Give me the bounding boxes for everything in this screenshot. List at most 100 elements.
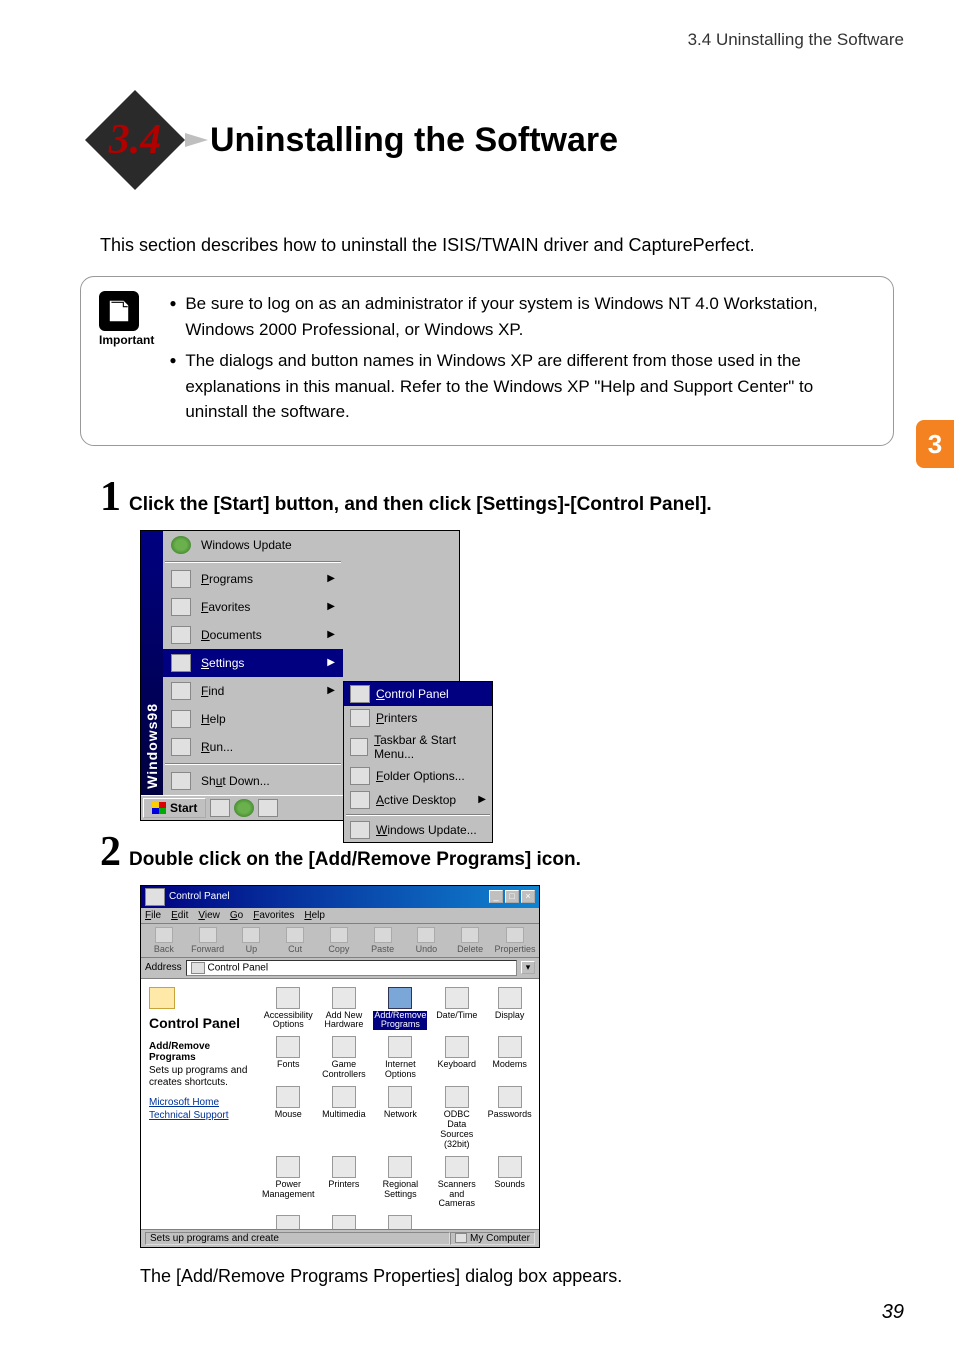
start-menu-item[interactable]: Settings▶ [163, 649, 343, 677]
cp-item[interactable]: Power Management [260, 1154, 317, 1212]
cp-item[interactable]: Display [484, 985, 535, 1033]
applet-label: Scanners and Cameras [433, 1180, 480, 1210]
toolbar-delete-button[interactable]: Delete [451, 927, 489, 954]
menu-item-label: Windows Update [201, 538, 292, 552]
applet-icon [276, 987, 300, 1009]
cp-item[interactable]: Sounds [484, 1154, 535, 1212]
cut-icon [286, 927, 304, 943]
start-menu-item[interactable]: Shut Down... [163, 767, 343, 795]
cp-item[interactable]: Printers [319, 1154, 370, 1212]
cp-item[interactable]: Keyboard [431, 1034, 482, 1082]
ms-home-link[interactable]: Microsoft Home [149, 1097, 248, 1108]
applet-label: Printers [321, 1180, 368, 1190]
toolbar-cut-button[interactable]: Cut [276, 927, 314, 954]
menu-item-icon [350, 821, 370, 839]
start-menu-item[interactable]: Favorites▶ [163, 593, 343, 621]
submenu-item[interactable]: Taskbar & Start Menu... [344, 730, 492, 764]
menu-go[interactable]: Go [230, 910, 243, 921]
menu-item-icon [171, 738, 191, 756]
statusbar: Sets up programs and create My Computer [141, 1229, 539, 1247]
menu-item-icon [171, 570, 191, 588]
minimize-button[interactable]: _ [489, 890, 503, 903]
folder-icon [149, 987, 175, 1009]
menu-view[interactable]: View [198, 910, 220, 921]
menu-help[interactable]: Help [304, 910, 325, 921]
step-2: 2 Double click on the [Add/Remove Progra… [100, 831, 904, 873]
toolbar-label: Cut [288, 944, 302, 954]
cp-item[interactable]: Passwords [484, 1084, 535, 1152]
cp-item[interactable]: Telephony [319, 1213, 370, 1228]
menu-item-icon [171, 682, 191, 700]
start-menu-item[interactable]: Find▶ [163, 677, 343, 705]
cp-item[interactable]: Accessibility Options [260, 985, 317, 1033]
cp-item[interactable]: Modems [484, 1034, 535, 1082]
submenu-arrow-icon: ▶ [327, 573, 335, 584]
step-number: 1 [100, 476, 121, 518]
settings-submenu: Control PanelPrintersTaskbar & Start Men… [343, 681, 493, 843]
cp-item[interactable]: Game Controllers [319, 1034, 370, 1082]
menu-file[interactable]: File [145, 910, 161, 921]
start-menu-item[interactable]: Help [163, 705, 343, 733]
cp-item[interactable]: Fonts [260, 1034, 317, 1082]
maximize-button[interactable]: □ [505, 890, 519, 903]
start-menu-item[interactable]: Programs▶ [163, 565, 343, 593]
applet-label: Add New Hardware [321, 1011, 368, 1031]
quicklaunch-icon[interactable] [258, 799, 278, 817]
cp-item[interactable]: Internet Options [371, 1034, 429, 1082]
applet-label: Add/Remove Programs [373, 1011, 427, 1031]
icon-grid: Accessibility OptionsAdd New HardwareAdd… [260, 985, 535, 1229]
start-button[interactable]: Start [143, 798, 206, 818]
cp-item[interactable]: ODBC Data Sources (32bit) [431, 1084, 482, 1152]
cp-item[interactable]: Scanners and Cameras [431, 1154, 482, 1212]
start-menu-item[interactable]: Windows Update [163, 531, 343, 559]
applet-label: ODBC Data Sources (32bit) [433, 1110, 480, 1150]
cp-item[interactable]: Users [371, 1213, 429, 1228]
cp-item[interactable]: Multimedia [319, 1084, 370, 1152]
applet-icon [445, 1086, 469, 1108]
toolbar-label: Up [246, 944, 258, 954]
cp-item[interactable]: Mouse [260, 1084, 317, 1152]
ie-icon[interactable] [234, 799, 254, 817]
applet-icon [498, 987, 522, 1009]
menu-edit[interactable]: Edit [171, 910, 188, 921]
toolbar-back-button[interactable]: Back [145, 927, 183, 954]
toolbar-label: Paste [371, 944, 394, 954]
menu-item-label: Favorites [201, 600, 250, 614]
control-panel-window: Control Panel _ □ × File Edit View Go Favori… [140, 885, 540, 1248]
toolbar-copy-button[interactable]: Copy [320, 927, 358, 954]
submenu-item[interactable]: Folder Options... [344, 764, 492, 788]
applet-icon [332, 1036, 356, 1058]
submenu-item[interactable]: Control Panel [344, 682, 492, 706]
cp-item[interactable]: Regional Settings [371, 1154, 429, 1212]
address-field[interactable]: Control Panel [186, 960, 517, 976]
cp-item[interactable]: Network [371, 1084, 429, 1152]
cp-item[interactable]: System [260, 1213, 317, 1228]
applet-icon [498, 1156, 522, 1178]
applet-label: Sounds [486, 1180, 533, 1190]
tech-support-link[interactable]: Technical Support [149, 1110, 248, 1121]
info-pane: Control Panel Add/Remove Programs Sets u… [141, 979, 256, 1229]
applet-label: Mouse [262, 1110, 315, 1120]
submenu-item[interactable]: Windows Update... [344, 818, 492, 842]
start-menu-item[interactable]: Run... [163, 733, 343, 761]
submenu-item[interactable]: Active Desktop▶ [344, 788, 492, 812]
cp-item[interactable]: Add/Remove Programs [371, 985, 429, 1033]
menu-favorites[interactable]: Favorites [253, 910, 294, 921]
paste-icon [374, 927, 392, 943]
cp-item[interactable]: Date/Time [431, 985, 482, 1033]
start-menu-item[interactable]: Documents▶ [163, 621, 343, 649]
toolbar-paste-button[interactable]: Paste [364, 927, 402, 954]
section-title: 3.4 Uninstalling the Software [80, 85, 904, 195]
submenu-item[interactable]: Printers [344, 706, 492, 730]
quicklaunch-icon[interactable] [210, 799, 230, 817]
cp-item[interactable]: Add New Hardware [319, 985, 370, 1033]
step-text: Double click on the [Add/Remove Programs… [129, 849, 581, 871]
close-button[interactable]: × [521, 890, 535, 903]
menu-item-label: Find [201, 684, 224, 698]
toolbar-properties-button[interactable]: Properties [495, 927, 535, 954]
toolbar-up-button[interactable]: Up [233, 927, 271, 954]
applet-icon [332, 1086, 356, 1108]
toolbar-forward-button[interactable]: Forward [189, 927, 227, 954]
dropdown-icon[interactable]: ▾ [521, 961, 535, 974]
toolbar-undo-button[interactable]: Undo [408, 927, 446, 954]
